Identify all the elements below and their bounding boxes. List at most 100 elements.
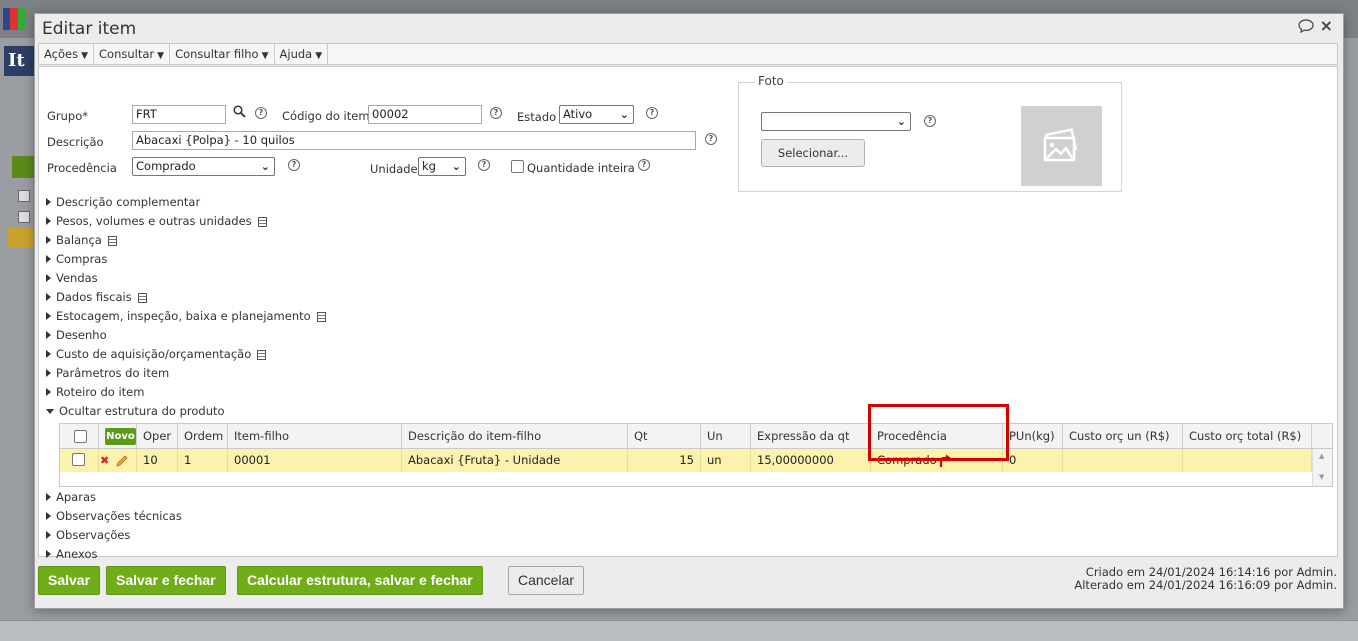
procedencia-select[interactable]: Comprado ⌄ — [132, 157, 275, 176]
salvar-button[interactable]: Salvar — [38, 566, 101, 595]
table-row[interactable]: ✖ 10 1 00001 Abacaxi {Fruta} - Unidade 1… — [60, 449, 1312, 472]
section-label: Ocultar estrutura do produto — [59, 404, 225, 418]
cell-item-filho: 00001 — [228, 449, 402, 472]
chevron-down-icon: ⌄ — [619, 108, 629, 121]
triangle-right-icon — [46, 369, 51, 377]
section-toggle[interactable]: Desenho — [46, 328, 107, 342]
grid-scrollbar[interactable]: ▲ ▼ — [1312, 449, 1332, 486]
close-icon[interactable]: × — [1320, 18, 1333, 37]
col-header-item-filho[interactable]: Item-filho — [228, 424, 402, 449]
cell-oper: 10 — [137, 449, 178, 472]
edit-item-modal: Editar item × Ações ▼ Consultar ▼ Consulta… — [34, 13, 1344, 609]
triangle-right-icon — [46, 493, 51, 501]
section-toggle[interactable]: Observações técnicas — [46, 509, 182, 523]
section-toggle[interactable]: Descrição complementar — [46, 195, 200, 209]
delete-icon[interactable]: ✖ — [100, 449, 109, 472]
cell-custo-total — [1183, 449, 1312, 472]
document-icon — [257, 217, 267, 227]
novo-button[interactable]: Novo — [105, 428, 136, 445]
section-label: Observações técnicas — [56, 509, 182, 523]
triangle-right-icon — [46, 350, 51, 358]
salvar-e-fechar-button[interactable]: Salvar e fechar — [106, 566, 226, 595]
triangle-right-icon — [46, 274, 51, 282]
col-header-qt[interactable]: Qt — [628, 424, 701, 449]
cancelar-button[interactable]: Cancelar — [508, 566, 585, 595]
foto-legend: Foto — [755, 74, 787, 88]
section-toggle[interactable]: Aparas — [46, 490, 96, 504]
col-header-custo-un[interactable]: Custo orç un (R$) — [1063, 424, 1183, 449]
section-label: Custo de aquisição/orçamentação — [56, 347, 252, 361]
section-toggle[interactable]: Ocultar estrutura do produto — [46, 404, 225, 418]
grupo-input[interactable]: FRT — [132, 105, 226, 124]
help-icon[interactable]: ? — [255, 107, 267, 119]
section-label: Desenho — [56, 328, 107, 342]
cell-custo-un — [1063, 449, 1183, 472]
section-toggle[interactable]: Custo de aquisição/orçamentação — [46, 347, 267, 361]
edit-pencil-icon[interactable] — [115, 453, 129, 476]
triangle-right-icon — [46, 217, 51, 225]
help-icon[interactable]: ? — [924, 115, 936, 127]
row-checkbox-cell — [60, 449, 99, 472]
row-checkbox[interactable] — [72, 453, 85, 466]
modal-title: Editar item — [42, 19, 137, 39]
col-header-un[interactable]: Un — [701, 424, 751, 449]
section-toggle[interactable]: Balança — [46, 233, 117, 247]
estado-select[interactable]: Ativo ⌄ — [559, 105, 634, 124]
codigo-item-input[interactable]: 00002 — [368, 105, 482, 124]
descricao-label: Descrição — [47, 135, 104, 149]
form-content: Grupo* FRT ? Código do item 00002 ? Esta… — [38, 66, 1338, 561]
col-header-pun[interactable]: PUn(kg) — [1003, 424, 1063, 449]
codigo-item-label: Código do item — [282, 109, 370, 123]
section-label: Compras — [56, 252, 108, 266]
help-icon[interactable]: ? — [288, 159, 300, 171]
image-icon — [1043, 128, 1078, 162]
col-header-custo-total[interactable]: Custo orç total (R$) — [1183, 424, 1312, 449]
section-toggle[interactable]: Compras — [46, 252, 107, 266]
help-icon[interactable]: ? — [646, 107, 658, 119]
section-toggle[interactable]: Parâmetros do item — [46, 366, 169, 380]
foto-select[interactable]: ⌄ — [761, 112, 911, 131]
help-icon[interactable]: ? — [490, 107, 502, 119]
triangle-right-icon — [46, 512, 51, 520]
section-toggle[interactable]: Vendas — [46, 271, 98, 285]
col-header-expressao[interactable]: Expressão da qt — [751, 424, 871, 449]
triangle-right-icon — [46, 550, 51, 558]
section-toggle[interactable]: Dados fiscais — [46, 290, 147, 304]
col-header-oper[interactable]: Oper — [137, 424, 178, 449]
col-header-descricao[interactable]: Descrição do item-filho — [402, 424, 628, 449]
menu-ajuda[interactable]: Ajuda ▼ — [275, 44, 329, 64]
search-icon[interactable] — [233, 105, 246, 122]
selecionar-foto-button[interactable]: Selecionar... — [761, 139, 865, 167]
section-toggle[interactable]: Roteiro do item — [46, 385, 144, 399]
menu-label: Consultar filho — [175, 47, 259, 61]
scroll-down-icon[interactable]: ▼ — [1319, 473, 1324, 481]
menu-consultar[interactable]: Consultar ▼ — [94, 44, 171, 64]
grid-header: Novo Oper Ordem Item-filho Descrição do … — [60, 424, 1332, 449]
menu-label: Ações — [44, 47, 79, 61]
audit-info: Criado em 24/01/2024 16:14:16 por Admin.… — [1074, 566, 1337, 592]
estado-value: Ativo — [563, 107, 593, 121]
select-all-checkbox[interactable] — [74, 430, 87, 443]
document-icon — [107, 236, 117, 246]
menu-acoes[interactable]: Ações ▼ — [39, 44, 95, 64]
menu-consultar-filho[interactable]: Consultar filho ▼ — [170, 44, 275, 64]
grid-header-checkbox-cell — [60, 424, 99, 449]
help-icon[interactable]: ? — [705, 133, 717, 145]
section-toggle[interactable]: Observações — [46, 528, 130, 542]
comment-icon[interactable] — [1297, 19, 1314, 37]
quantidade-inteira-checkbox[interactable] — [511, 160, 524, 173]
caret-down-icon: ▼ — [261, 51, 269, 61]
background-checkbox — [18, 190, 30, 202]
chevron-down-icon: ⌄ — [260, 160, 270, 173]
col-header-ordem[interactable]: Ordem — [178, 424, 228, 449]
calcular-estrutura-button[interactable]: Calcular estrutura, salvar e fechar — [237, 566, 483, 595]
section-toggle[interactable]: Anexos — [46, 547, 98, 561]
help-icon[interactable]: ? — [478, 159, 490, 171]
scroll-up-icon[interactable]: ▲ — [1319, 452, 1324, 460]
descricao-input[interactable]: Abacaxi {Polpa} - 10 quilos — [132, 131, 696, 150]
cell-descricao: Abacaxi {Fruta} - Unidade — [402, 449, 628, 472]
section-toggle[interactable]: Pesos, volumes e outras unidades — [46, 214, 267, 228]
section-toggle[interactable]: Estocagem, inspeção, baixa e planejament… — [46, 309, 326, 323]
help-icon[interactable]: ? — [638, 159, 650, 171]
unidade-select[interactable]: kg ⌄ — [418, 157, 466, 176]
